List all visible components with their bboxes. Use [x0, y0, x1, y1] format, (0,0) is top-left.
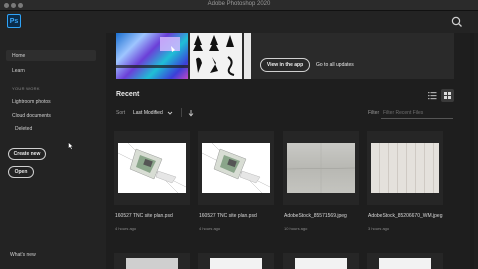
- divider: [181, 108, 182, 117]
- file-name[interactable]: 160527 TNC site plan.psd: [115, 213, 173, 219]
- sort-direction-icon[interactable]: [188, 109, 194, 117]
- preview-strip: [244, 33, 251, 79]
- app-header: Ps: [0, 11, 478, 33]
- go-to-updates-link[interactable]: Go to all updates: [316, 62, 354, 68]
- file-modified-time: 4 hours ago: [199, 226, 221, 231]
- file-thumbnail: [126, 258, 178, 269]
- create-new-button[interactable]: Create new: [8, 148, 46, 160]
- file-modified-time: 3 hours ago: [368, 226, 390, 231]
- file-name[interactable]: 160527 TNC site plan.psd: [199, 213, 257, 219]
- window-titlebar: Adobe Photoshop 2020: [0, 0, 478, 11]
- file-card[interactable]: [283, 253, 359, 269]
- sort-label: Sort: [116, 110, 126, 116]
- sidebar-item-home[interactable]: Home: [6, 50, 96, 61]
- file-card[interactable]: [367, 131, 443, 205]
- scrollbar[interactable]: [470, 33, 474, 269]
- sidebar-item-lightroom[interactable]: Lightroom photos: [12, 99, 51, 105]
- window-title: Adobe Photoshop 2020: [207, 1, 271, 7]
- shapes-preview-image: [190, 33, 242, 79]
- list-view-icon[interactable]: [428, 91, 437, 100]
- grid-view-icon: [444, 92, 451, 99]
- recent-heading: Recent: [116, 91, 140, 98]
- sidebar-item-learn[interactable]: Learn: [12, 68, 25, 74]
- sidebar-section-caption: YOUR WORK: [12, 86, 40, 91]
- file-name[interactable]: AdobeStock_85571569.jpeg: [284, 213, 347, 219]
- sidebar-item-cloud-documents[interactable]: Cloud documents: [12, 113, 51, 119]
- file-card[interactable]: [114, 253, 190, 269]
- file-thumbnail: [371, 143, 439, 193]
- file-card[interactable]: [198, 253, 274, 269]
- file-card[interactable]: [114, 131, 190, 205]
- filter-input[interactable]: Filter Recent Files: [381, 107, 453, 119]
- mouse-cursor-icon: [68, 142, 74, 150]
- sort-dropdown[interactable]: Last Modified: [133, 110, 163, 116]
- sidebar: Home Learn YOUR WORK Lightroom photos Cl…: [0, 33, 106, 269]
- whats-new-link[interactable]: What's new: [10, 252, 36, 258]
- gradients-preview-image: [116, 33, 188, 79]
- file-thumbnail: [210, 258, 262, 269]
- file-thumbnail: [202, 143, 270, 193]
- file-thumbnail: [287, 143, 355, 193]
- file-name[interactable]: AdobeStock_85206670_WM.jpeg: [368, 213, 443, 219]
- file-card[interactable]: [283, 131, 359, 205]
- file-card[interactable]: [198, 131, 274, 205]
- chevron-down-icon[interactable]: [167, 110, 173, 116]
- file-thumbnail: [379, 258, 431, 269]
- grid-view-button[interactable]: [441, 89, 454, 102]
- file-thumbnail: [118, 143, 186, 193]
- sidebar-item-deleted[interactable]: Deleted: [15, 126, 32, 132]
- search-icon[interactable]: [450, 15, 464, 29]
- file-modified-time: 4 hours ago: [115, 226, 137, 231]
- open-button[interactable]: Open: [8, 166, 34, 178]
- file-thumbnail: [295, 258, 347, 269]
- photoshop-logo[interactable]: Ps: [7, 14, 21, 28]
- filter-label: Filter: [368, 110, 380, 116]
- filter-placeholder: Filter Recent Files: [383, 110, 424, 116]
- file-modified-time: 10 hours ago: [284, 226, 308, 231]
- whats-new-banner: View in the app Go to all updates: [116, 33, 454, 79]
- file-card[interactable]: [367, 253, 443, 269]
- sidebar-item-label: Home: [12, 53, 26, 59]
- view-in-app-button[interactable]: View in the app: [260, 58, 310, 72]
